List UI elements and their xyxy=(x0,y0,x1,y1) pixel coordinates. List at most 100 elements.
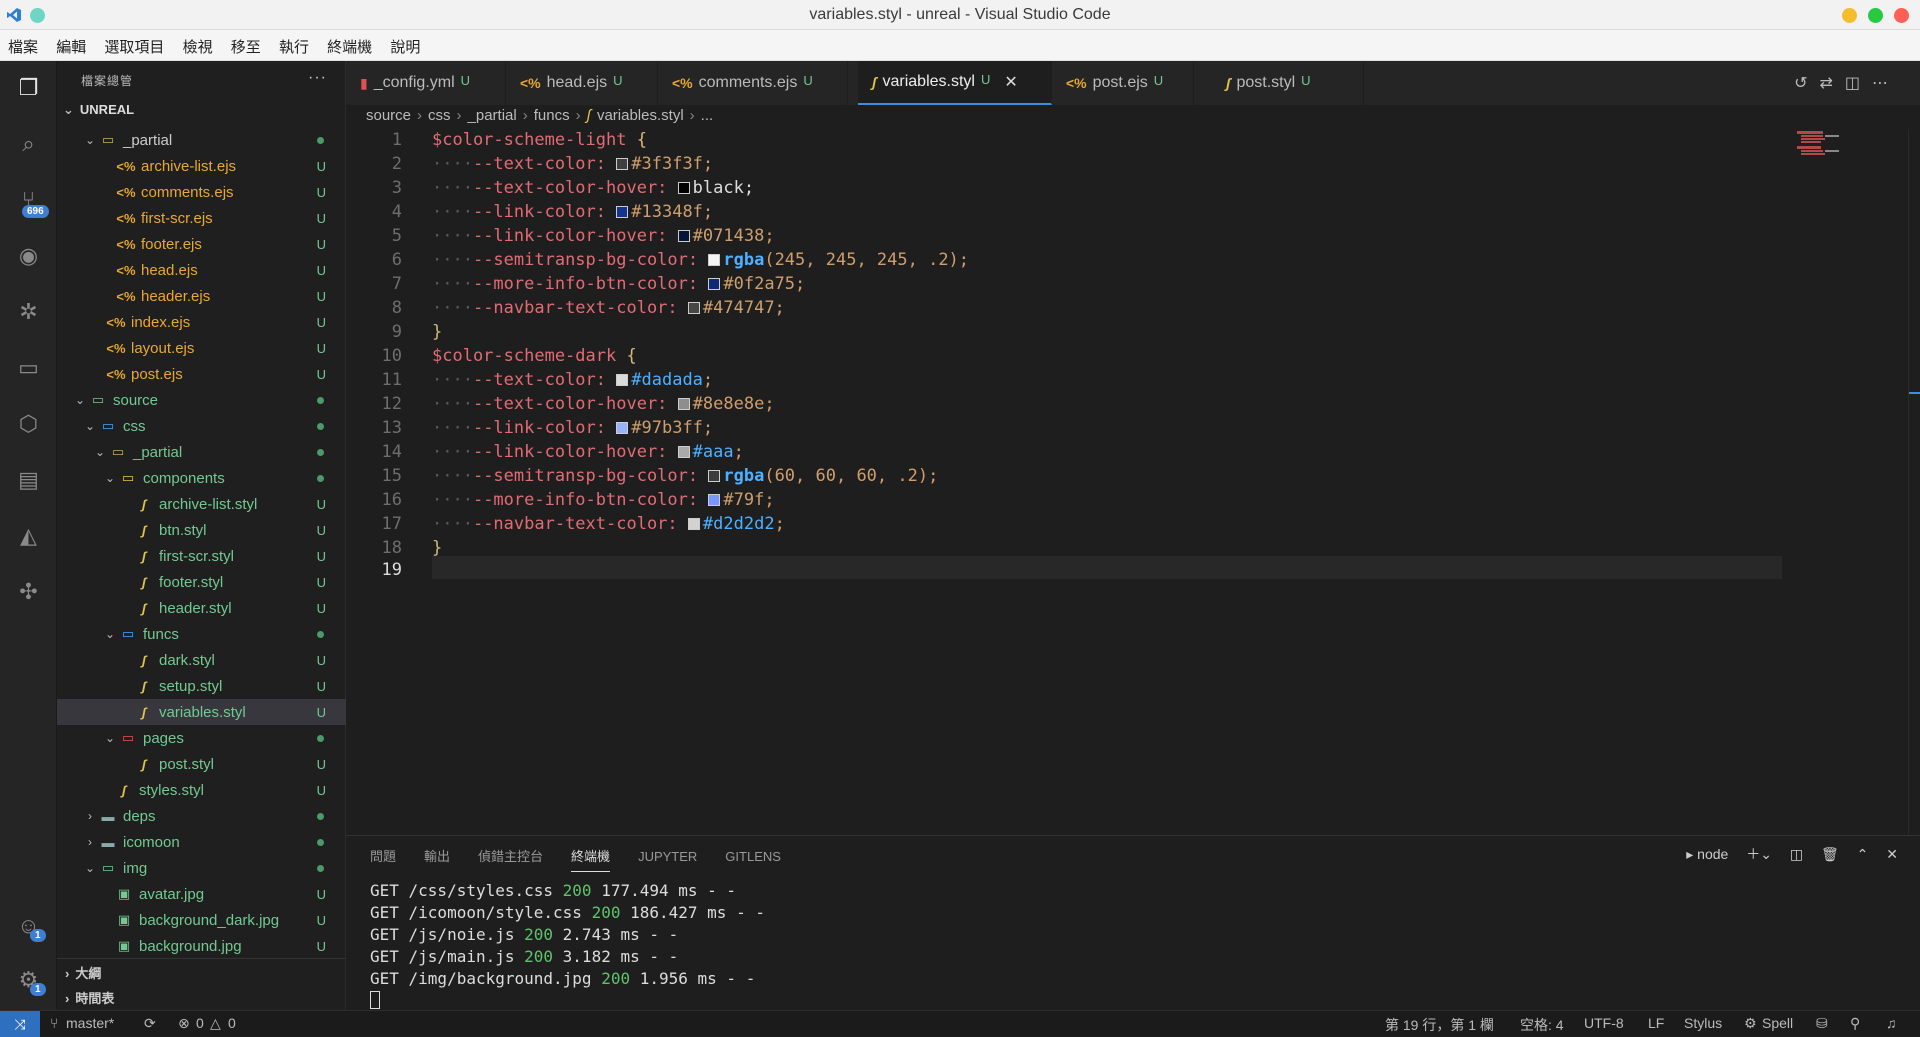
indentation[interactable]: 空格: 4 xyxy=(1520,1015,1564,1035)
tab-problems[interactable]: 問題 xyxy=(370,846,396,871)
color-swatch[interactable] xyxy=(677,182,690,194)
line-ending[interactable]: LF xyxy=(1648,1015,1664,1031)
color-swatch[interactable] xyxy=(616,374,629,386)
breadcrumb-item[interactable]: variables.styl xyxy=(597,107,684,124)
tree-file[interactable]: <% post.ejs U xyxy=(57,361,346,387)
maximize-button[interactable] xyxy=(1868,8,1883,23)
tree-folder[interactable]: ⌄ ▭ _partial xyxy=(57,439,346,465)
remote-explorer-icon[interactable]: ▭ xyxy=(10,349,47,386)
color-swatch[interactable] xyxy=(677,446,690,458)
minimap[interactable] xyxy=(1795,129,1905,199)
color-swatch[interactable] xyxy=(687,518,700,530)
tab-jupyter[interactable]: JUPYTER xyxy=(638,849,697,870)
tab-terminal[interactable]: 終端機 xyxy=(571,846,611,872)
close-button[interactable] xyxy=(1894,8,1909,23)
tree-file[interactable]: ʃ dark.styl U xyxy=(57,647,346,673)
color-swatch[interactable] xyxy=(677,398,690,410)
tree-file[interactable]: ʃ styles.styl U xyxy=(57,777,346,803)
tree-file[interactable]: <% layout.ejs U xyxy=(57,335,346,361)
chevron-down-icon[interactable]: ⌄ xyxy=(1760,846,1772,862)
timeline-section[interactable]: › 時間表 xyxy=(57,984,346,1008)
accounts-icon[interactable]: ☺ 1 xyxy=(10,907,47,944)
tree-file[interactable]: <% head.ejs U xyxy=(57,257,346,283)
notifications-bell-icon[interactable]: ♫ xyxy=(1886,1015,1897,1031)
color-swatch[interactable] xyxy=(616,206,629,218)
encoding[interactable]: UTF-8 xyxy=(1584,1015,1624,1031)
breadcrumb-item[interactable]: css xyxy=(428,107,451,124)
tree-folder[interactable]: ⌄ ▭ pages xyxy=(57,725,346,751)
terminal-output[interactable]: GET /css/styles.css 200 177.494 ms - - G… xyxy=(370,880,765,1012)
tree-folder[interactable]: ⌄ ▭ _partial xyxy=(57,127,346,153)
terminal-shell-select[interactable]: node xyxy=(1697,846,1728,862)
tab-post-ejs[interactable]: <% post.ejs U xyxy=(1052,61,1194,105)
minimize-button[interactable] xyxy=(1842,8,1857,23)
more-actions-icon[interactable]: ⋯ xyxy=(1872,75,1900,92)
settings-gear-icon[interactable]: ⚙ 1 xyxy=(10,961,47,998)
menu-edit[interactable]: 編輯 xyxy=(48,30,86,57)
tab-debug-console[interactable]: 偵錯主控台 xyxy=(478,846,543,871)
maximize-panel-icon[interactable]: ⌃ xyxy=(1857,846,1869,862)
color-swatch[interactable] xyxy=(708,278,721,290)
live-share-icon[interactable]: ◭ xyxy=(10,517,47,554)
extensions-icon[interactable]: ✣ xyxy=(10,573,47,610)
history-icon[interactable]: ↺ xyxy=(1794,75,1819,92)
editor-scrollbar[interactable] xyxy=(1908,129,1920,835)
tree-folder[interactable]: › ▬ icomoon xyxy=(57,829,346,855)
tab-comments-ejs[interactable]: <% comments.ejs U xyxy=(658,61,848,105)
tree-folder[interactable]: ⌄ ▭ img xyxy=(57,855,346,881)
more-actions-icon[interactable]: ··· xyxy=(308,69,327,87)
tree-file[interactable]: ▣ avatar.jpg U xyxy=(57,881,346,907)
tree-file[interactable]: ʃ btn.styl U xyxy=(57,517,346,543)
tree-file[interactable]: ʃ post.styl U xyxy=(57,751,346,777)
language-mode[interactable]: Stylus xyxy=(1684,1015,1722,1031)
tree-file[interactable]: <% index.ejs U xyxy=(57,309,346,335)
tree-file[interactable]: ʃ footer.styl U xyxy=(57,569,346,595)
menu-help[interactable]: 說明 xyxy=(382,30,420,57)
menu-run[interactable]: 執行 xyxy=(271,30,309,57)
tree-file[interactable]: <% comments.ejs U xyxy=(57,179,346,205)
color-swatch[interactable] xyxy=(677,230,690,242)
tab-gitlens[interactable]: GITLENS xyxy=(725,849,781,870)
menu-go[interactable]: 移至 xyxy=(223,30,261,57)
tree-file[interactable]: <% header.ejs U xyxy=(57,283,346,309)
breadcrumb-item[interactable]: ... xyxy=(701,107,714,124)
split-editor-icon[interactable]: ◫ xyxy=(1845,75,1872,92)
tree-folder[interactable]: › ▬ deps xyxy=(57,803,346,829)
menu-selection[interactable]: 選取項目 xyxy=(96,30,164,57)
workspace-root[interactable]: ⌄ UNREAL xyxy=(57,99,345,123)
color-swatch[interactable] xyxy=(616,158,629,170)
color-swatch[interactable] xyxy=(708,254,721,266)
warning-icon[interactable]: △ xyxy=(210,1015,221,1032)
tree-file[interactable]: ʃ setup.styl U xyxy=(57,673,346,699)
tab-config-yml[interactable]: ▮ _config.yml U xyxy=(346,61,506,105)
trash-icon[interactable]: 🗑 xyxy=(1821,846,1839,862)
debug-icon[interactable]: ✲ xyxy=(10,293,47,330)
sync-icon[interactable]: ⟳ xyxy=(144,1015,156,1032)
menu-terminal[interactable]: 終端機 xyxy=(319,30,372,57)
tree-folder[interactable]: ⌄ ▭ funcs xyxy=(57,621,346,647)
docker-icon[interactable]: ▤ xyxy=(10,461,47,498)
compare-changes-icon[interactable]: ⇄ xyxy=(1819,75,1844,92)
close-panel-icon[interactable]: ✕ xyxy=(1886,846,1898,862)
tree-file[interactable]: ʃ archive-list.styl U xyxy=(57,491,346,517)
search-icon[interactable]: ⌕ xyxy=(10,125,47,162)
tree-file[interactable]: ▣ background.jpg U xyxy=(57,933,346,959)
color-swatch[interactable] xyxy=(687,302,700,314)
tab-post-styl[interactable]: ʃ post.styl U xyxy=(1194,61,1364,105)
menu-file[interactable]: 檔案 xyxy=(0,30,38,57)
menu-view[interactable]: 檢視 xyxy=(175,30,213,57)
tree-file[interactable]: <% archive-list.ejs U xyxy=(57,153,346,179)
database-icon[interactable]: ⛁ xyxy=(1816,1015,1828,1032)
tree-file[interactable]: ▣ background_dark.jpg U xyxy=(57,907,346,933)
close-tab-icon[interactable]: ✕ xyxy=(1004,72,1017,92)
code-editor[interactable]: 1 $color-scheme-light { 2 ····--text-color… xyxy=(346,129,1920,835)
breadcrumb-item[interactable]: source xyxy=(366,107,411,124)
tab-output[interactable]: 輸出 xyxy=(424,846,450,871)
new-terminal-icon[interactable]: ＋ xyxy=(1746,846,1760,862)
tab-variables-styl[interactable]: ʃ variables.styl U ✕ xyxy=(858,61,1052,105)
tree-file[interactable]: ʃ first-scr.styl U xyxy=(57,543,346,569)
explorer-icon[interactable]: ❐ xyxy=(10,69,47,106)
tab-head-ejs[interactable]: <% head.ejs U xyxy=(506,61,658,105)
remote-indicator-icon[interactable]: ⤨ xyxy=(0,1011,40,1037)
error-icon[interactable]: ⊗ xyxy=(178,1015,190,1032)
